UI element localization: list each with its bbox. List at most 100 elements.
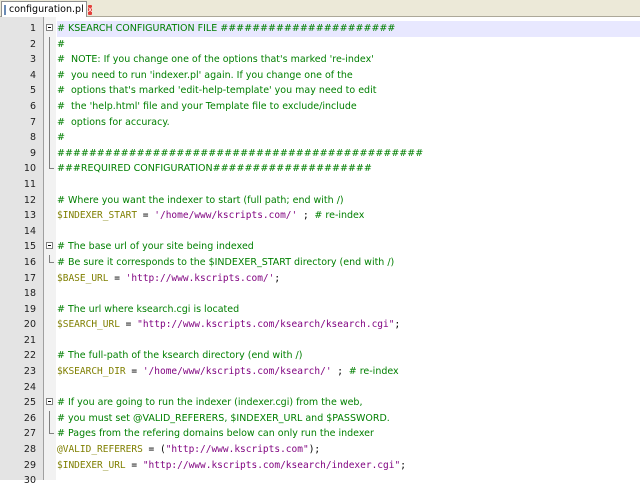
code-line[interactable]: 7 # options for accuracy. xyxy=(0,114,640,131)
code-text[interactable]: # If you are going to run the indexer (i… xyxy=(57,395,640,411)
line-number: 3 xyxy=(29,54,36,66)
code-operator: = xyxy=(137,210,155,222)
line-number: 20 xyxy=(23,319,36,331)
code-line[interactable]: 2 # xyxy=(0,36,640,53)
fold-line xyxy=(49,36,50,53)
code-text[interactable]: ###REQUIRED CONFIGURATION###############… xyxy=(57,161,640,177)
fold-collapse-icon[interactable] xyxy=(46,24,53,31)
code-operator: ); xyxy=(308,444,321,456)
code-text[interactable]: $INDEXER_START = '/home/www/kscripts.com… xyxy=(57,208,640,224)
code-text[interactable]: # xyxy=(57,37,640,53)
code-string: '/home/www/kscripts.com/' xyxy=(154,210,298,222)
code-line[interactable]: 30 xyxy=(0,473,640,489)
code-text[interactable]: $BASE_URL = 'http://www.kscripts.com/'; xyxy=(57,271,640,287)
fold-end-marker xyxy=(49,161,54,170)
code-line[interactable]: 19 # The url where ksearch.cgi is located xyxy=(0,302,640,318)
code-text[interactable]: # The base url of your site being indexe… xyxy=(57,239,640,255)
code-line[interactable]: 22 # The full-path of the ksearch directo… xyxy=(0,348,640,364)
code-text[interactable]: # options that's marked 'edit-help-templ… xyxy=(57,83,640,99)
code-variable: $BASE_URL xyxy=(57,272,109,284)
code-text[interactable]: # you must set @VALID_REFERERS, $INDEXER… xyxy=(57,411,640,427)
code-operator: = xyxy=(119,319,138,331)
line-number: 1 xyxy=(29,23,36,34)
code-line[interactable]: 18 xyxy=(0,286,640,302)
code-editor[interactable]: 1 # KSEARCH CONFIGURATION FILE ##########… xyxy=(0,21,640,489)
code-text[interactable]: ########################################… xyxy=(57,146,640,162)
code-text[interactable]: # NOTE: If you change one of the options… xyxy=(57,52,640,68)
code-line[interactable]: 4 # you need to run 'indexer.pl' again. I… xyxy=(0,67,640,84)
code-operator: ; xyxy=(400,459,406,471)
code-line[interactable]: 15 # The base url of your site being inde… xyxy=(0,239,640,255)
code-line[interactable]: 24 xyxy=(0,380,640,396)
code-text[interactable]: # the 'help.html' file and your Template… xyxy=(57,99,640,115)
line-number: 7 xyxy=(29,116,36,128)
code-line[interactable]: 25 # If you are going to run the indexer … xyxy=(0,395,640,411)
line-number: 4 xyxy=(29,69,36,81)
code-line[interactable]: 29 $INDEXER_URL = "http://www.kscripts.co… xyxy=(0,458,640,474)
code-line[interactable]: 5 # options that's marked 'edit-help-temp… xyxy=(0,83,640,99)
code-comment: # The url where ksearch.cgi is located xyxy=(57,303,240,315)
code-text[interactable]: $INDEXER_URL = "http://www.kscripts.com/… xyxy=(57,458,640,474)
code-text[interactable]: # KSEARCH CONFIGURATION FILE ###########… xyxy=(57,21,640,37)
code-text[interactable]: # Be sure it corresponds to the $INDEXER… xyxy=(57,255,640,271)
code-text[interactable]: # Pages from the refering domains below … xyxy=(57,426,640,442)
code-line[interactable]: 16 # Be sure it corresponds to the $INDEX… xyxy=(0,254,640,271)
fold-line xyxy=(49,130,50,146)
code-line[interactable]: 12 # Where you want the indexer to start … xyxy=(0,193,640,209)
fold-line xyxy=(49,410,50,427)
code-operator: ; xyxy=(297,210,315,222)
code-comment: # options for accuracy. xyxy=(57,116,170,128)
close-icon[interactable]: x xyxy=(87,4,93,15)
fold-collapse-icon[interactable] xyxy=(46,398,53,406)
code-line[interactable]: 28 @VALID_REFERERS = ("http://www.kscript… xyxy=(0,442,640,458)
code-comment: # the 'help.html' file and your Template… xyxy=(57,100,357,112)
line-number: 23 xyxy=(23,366,36,378)
code-text[interactable]: # you need to run 'indexer.pl' again. If… xyxy=(57,68,640,84)
line-number: 27 xyxy=(23,428,36,440)
code-operator: = xyxy=(125,366,143,378)
code-text[interactable]: $KSEARCH_DIR = '/home/www/kscripts.com/k… xyxy=(57,364,640,380)
code-text[interactable]: $SEARCH_URL = "http://www.kscripts.com/k… xyxy=(57,317,640,333)
code-line[interactable]: 17 $BASE_URL = 'http://www.kscripts.com/'… xyxy=(0,271,640,287)
code-line[interactable]: 11 xyxy=(0,177,640,193)
code-line[interactable]: 3 # NOTE: If you change one of the option… xyxy=(0,52,640,68)
code-string: '/home/www/kscripts.com/ksearch/' xyxy=(142,366,332,378)
code-variable: @VALID_REFERERS xyxy=(57,444,143,456)
code-text[interactable]: # options for accuracy. xyxy=(57,115,640,131)
fold-line xyxy=(49,83,50,99)
code-line[interactable]: 27 # Pages from the refering domains belo… xyxy=(0,426,640,442)
code-line[interactable]: 1 # KSEARCH CONFIGURATION FILE ##########… xyxy=(0,21,640,37)
code-comment: # options that's marked 'edit-help-templ… xyxy=(57,85,377,97)
fold-line xyxy=(49,145,50,162)
code-line[interactable]: 20 $SEARCH_URL = "http://www.kscripts.com… xyxy=(0,317,640,333)
code-text[interactable]: @VALID_REFERERS = ("http://www.kscripts.… xyxy=(57,442,640,458)
code-text[interactable]: # Where you want the indexer to start (f… xyxy=(57,193,640,209)
code-line[interactable]: 8 # xyxy=(0,130,640,146)
fold-line xyxy=(49,67,50,84)
line-number: 25 xyxy=(23,397,36,409)
code-line[interactable]: 9 #######################################… xyxy=(0,145,640,162)
line-number: 8 xyxy=(29,132,36,144)
code-text[interactable]: # The full-path of the ksearch directory… xyxy=(57,348,640,364)
code-comment: # KSEARCH CONFIGURATION FILE ###########… xyxy=(57,23,396,34)
code-text[interactable]: # xyxy=(57,130,640,146)
code-line[interactable]: 14 xyxy=(0,224,640,240)
code-line[interactable]: 13 $INDEXER_START = '/home/www/kscripts.c… xyxy=(0,208,640,224)
line-number: 5 xyxy=(29,85,36,97)
code-string: 'http://www.kscripts.com/' xyxy=(125,272,275,284)
code-text[interactable]: # The url where ksearch.cgi is located xyxy=(57,302,640,318)
tab-configuration-pl[interactable]: configuration.pl x xyxy=(1,1,93,17)
code-line[interactable]: 26 # you must set @VALID_REFERERS, $INDEX… xyxy=(0,410,640,427)
code-line[interactable]: 21 xyxy=(0,333,640,349)
line-number: 30 xyxy=(23,475,36,487)
code-line[interactable]: 23 $KSEARCH_DIR = '/home/www/kscripts.com… xyxy=(0,364,640,380)
fold-collapse-icon[interactable] xyxy=(46,242,53,250)
line-number: 13 xyxy=(23,210,36,222)
code-line[interactable]: 10 ###REQUIRED CONFIGURATION#############… xyxy=(0,161,640,177)
code-line[interactable]: 6 # the 'help.html' file and your Templat… xyxy=(0,98,640,115)
code-operator: = xyxy=(108,272,126,284)
code-comment: # re-index xyxy=(348,366,399,378)
code-operator: ; xyxy=(394,319,401,331)
tab-bar: configuration.pl x xyxy=(0,0,640,17)
code-comment: # you need to run 'indexer.pl' again. If… xyxy=(57,69,353,81)
